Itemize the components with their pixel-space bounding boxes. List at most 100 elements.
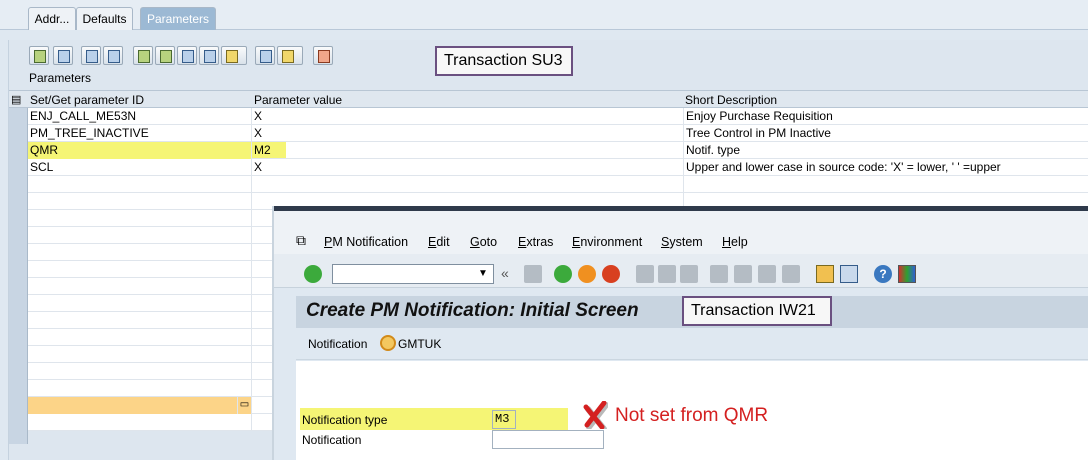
chevron-down-icon[interactable]: ▼ (475, 266, 491, 282)
menu-pm-notification[interactable]: PM Notification (324, 235, 408, 249)
shortcut-icon[interactable] (840, 265, 858, 283)
table-row[interactable]: SCL X Upper and lower case in source cod… (28, 159, 1088, 176)
previous-page-icon[interactable] (734, 265, 752, 283)
notification-number-field[interactable] (492, 430, 604, 449)
empty-row[interactable] (28, 278, 273, 295)
last-page-icon[interactable] (782, 265, 800, 283)
details-icon[interactable] (29, 46, 49, 65)
empty-cell[interactable] (28, 261, 252, 278)
tab-parameters[interactable]: Parameters (140, 7, 216, 30)
notification-type-icon[interactable] (380, 335, 396, 351)
cancel-icon[interactable] (602, 265, 620, 283)
notification-label: Notification (308, 337, 368, 351)
empty-cell[interactable] (28, 295, 252, 312)
notification-type-field[interactable]: M3 (492, 410, 516, 429)
menu-system[interactable]: System (661, 235, 703, 249)
empty-row[interactable] (28, 210, 273, 227)
param-value-text: M2 (252, 142, 286, 158)
find-icon[interactable] (658, 265, 676, 283)
next-page-icon[interactable] (758, 265, 776, 283)
menu-help[interactable]: Help (722, 235, 748, 249)
empty-row[interactable] (28, 380, 273, 397)
param-value-cell[interactable]: X (252, 159, 684, 176)
col-header-value[interactable]: Parameter value (254, 93, 342, 107)
row-selector-column[interactable] (9, 108, 28, 444)
empty-row[interactable] (28, 346, 273, 363)
param-value-cell[interactable]: X (252, 108, 684, 125)
callout-iw21: Transaction IW21 (682, 296, 832, 326)
empty-row[interactable] (28, 244, 273, 261)
menu-environment[interactable]: Environment (572, 235, 642, 249)
empty-cell[interactable] (28, 380, 252, 397)
save-icon[interactable] (524, 265, 542, 283)
empty-cell[interactable] (28, 414, 252, 431)
screen-title: Create PM Notification: Initial Screen (306, 300, 639, 321)
empty-cell[interactable] (28, 329, 252, 346)
command-field[interactable]: ▼ (332, 264, 494, 284)
customize-layout-icon[interactable] (898, 265, 916, 283)
empty-cell[interactable] (28, 227, 252, 244)
empty-row-selected[interactable]: ▭ (28, 397, 273, 414)
help-icon[interactable]: ? (874, 265, 892, 283)
menu-edit[interactable]: Edit (428, 235, 450, 249)
empty-row[interactable] (28, 363, 273, 380)
refresh-icon[interactable] (53, 46, 73, 65)
table-row[interactable]: ENJ_CALL_ME53N X Enjoy Purchase Requisit… (28, 108, 1088, 125)
find-next-icon[interactable] (680, 265, 698, 283)
value-help-icon[interactable]: ▭ (238, 397, 252, 414)
tab-address[interactable]: Addr... (28, 7, 76, 30)
param-id-cell[interactable]: SCL (28, 159, 252, 176)
delete-row-icon[interactable] (313, 46, 333, 65)
empty-row[interactable] (28, 295, 273, 312)
empty-row[interactable] (28, 329, 273, 346)
col-header-id[interactable]: Set/Get parameter ID (30, 93, 144, 107)
column-settings-icon[interactable]: ▤ (11, 93, 21, 106)
sort-ascending-icon[interactable] (133, 46, 153, 65)
param-id-cell[interactable]: PM_TREE_INACTIVE (28, 125, 252, 142)
col-header-desc[interactable]: Short Description (685, 93, 777, 107)
empty-cell[interactable] (28, 278, 252, 295)
new-entry-cell[interactable] (28, 397, 238, 414)
param-value-cell[interactable]: M2 (252, 142, 684, 159)
empty-cell[interactable] (252, 176, 684, 193)
empty-row[interactable] (28, 312, 273, 329)
collapse-icon[interactable]: « (501, 265, 509, 281)
menu-goto[interactable]: Goto (470, 235, 497, 249)
copy-row-icon[interactable] (81, 46, 101, 65)
notification-value[interactable]: GMTUK (398, 337, 441, 351)
empty-cell[interactable] (28, 193, 252, 210)
empty-cell[interactable] (28, 312, 252, 329)
empty-cell[interactable] (28, 346, 252, 363)
group-title: Parameters (29, 71, 92, 85)
empty-cell[interactable] (28, 244, 252, 261)
print-icon[interactable] (636, 265, 654, 283)
empty-cell[interactable] (28, 363, 252, 380)
empty-row[interactable] (28, 261, 273, 278)
print-icon[interactable] (255, 46, 275, 65)
empty-row[interactable] (28, 176, 1088, 193)
empty-cell[interactable] (28, 210, 252, 227)
empty-row[interactable] (28, 227, 273, 244)
param-desc-cell: Upper and lower case in source code: 'X'… (684, 159, 1088, 176)
export-icon[interactable] (277, 46, 303, 65)
find-next-icon[interactable] (199, 46, 219, 65)
table-row[interactable]: QMR M2 Notif. type (28, 142, 1088, 159)
sort-descending-icon[interactable] (155, 46, 175, 65)
exit-icon[interactable] (578, 265, 596, 283)
filter-icon[interactable] (221, 46, 247, 65)
tab-defaults[interactable]: Defaults (76, 7, 133, 30)
empty-cell[interactable] (28, 176, 252, 193)
table-row[interactable]: PM_TREE_INACTIVE X Tree Control in PM In… (28, 125, 1088, 142)
paste-row-icon[interactable] (103, 46, 123, 65)
enter-check-icon[interactable] (304, 265, 322, 283)
first-page-icon[interactable] (710, 265, 728, 283)
find-icon[interactable] (177, 46, 197, 65)
menu-extras[interactable]: Extras (518, 235, 553, 249)
param-id-cell[interactable]: QMR (28, 142, 252, 159)
param-id-cell[interactable]: ENJ_CALL_ME53N (28, 108, 252, 125)
empty-row[interactable] (28, 414, 273, 431)
param-value-cell[interactable]: X (252, 125, 684, 142)
back-icon[interactable] (554, 265, 572, 283)
menu-icon[interactable]: ⧉ (296, 232, 306, 249)
new-session-icon[interactable] (816, 265, 834, 283)
